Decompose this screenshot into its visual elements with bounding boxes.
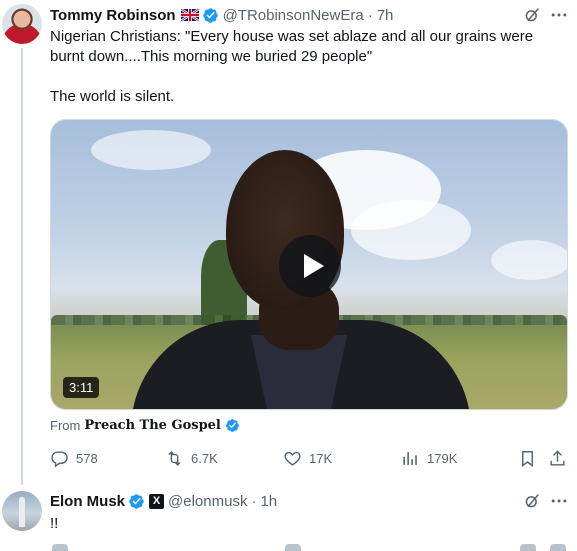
repost-count: 6.7K: [191, 450, 218, 466]
share-icon: [550, 449, 565, 466]
bookmark-icon: [522, 450, 533, 467]
video-duration: 3:11: [63, 377, 100, 398]
post2-actions-bar-partial: [50, 544, 570, 551]
verified-badge-icon: [202, 7, 218, 23]
post-text-secondary: The world is silent.: [50, 88, 175, 105]
author-name[interactable]: Tommy Robinson: [50, 7, 176, 24]
bookmark-button[interactable]: [518, 448, 537, 468]
avatar-tommy-robinson[interactable]: [2, 4, 42, 44]
reply-count: 578: [76, 450, 98, 466]
share-button[interactable]: [548, 448, 567, 468]
verified-badge-icon: [129, 493, 144, 509]
view-count: 179K: [427, 450, 458, 466]
post2-header: Elon Musk X @elonmusk · 1h: [50, 491, 277, 511]
bookmark-icon[interactable]: [520, 544, 536, 551]
from-label: From: [50, 418, 81, 433]
separator-dot: ·: [367, 6, 373, 24]
more-options-icon[interactable]: [549, 5, 569, 25]
thread-connector-line: [21, 48, 23, 485]
post-text: !!: [50, 515, 59, 532]
like-button[interactable]: 17K: [283, 448, 332, 468]
grok-icon[interactable]: [523, 492, 541, 510]
video-source-link[interactable]: Preach The Gospel: [84, 418, 221, 433]
video-player[interactable]: 3:11: [50, 119, 568, 410]
uk-flag-icon: [180, 9, 199, 21]
heart-icon[interactable]: [285, 544, 301, 551]
grok-icon[interactable]: [523, 6, 541, 24]
repost-icon: [168, 450, 181, 466]
video-source-attribution: From Preach The Gospel: [50, 418, 240, 433]
heart-icon: [284, 451, 301, 466]
post-actions-bar: 578 6.7K 17K 179K: [50, 448, 570, 470]
x-affiliation-badge-icon[interactable]: X: [149, 493, 165, 509]
post-text: Nigerian Christians: "Every house was se…: [50, 28, 534, 65]
share-icon[interactable]: [550, 544, 566, 551]
reply-button[interactable]: 578: [50, 448, 98, 468]
video-frame-detail: [351, 200, 471, 260]
repost-button[interactable]: 6.7K: [165, 448, 218, 468]
post-time[interactable]: 7h: [377, 7, 394, 24]
author-handle[interactable]: @TRobinsonNewEra: [223, 7, 364, 24]
play-button[interactable]: [279, 235, 341, 297]
avatar-elon-musk[interactable]: [2, 491, 42, 531]
video-frame-detail: [491, 240, 567, 280]
post-time[interactable]: 1h: [260, 493, 277, 510]
more-options-icon[interactable]: [549, 491, 569, 511]
author-name[interactable]: Elon Musk: [50, 493, 125, 510]
like-count: 17K: [309, 450, 333, 466]
verified-badge-icon: [225, 419, 239, 432]
post1-header: Tommy Robinson @TRobinsonNewEra · 7h: [50, 5, 393, 25]
views-chart-icon: [403, 451, 417, 465]
views-button[interactable]: 179K: [401, 448, 457, 468]
author-handle[interactable]: @elonmusk: [168, 493, 247, 510]
reply-icon[interactable]: [52, 544, 68, 551]
separator-dot: ·: [251, 492, 257, 510]
reply-icon: [51, 450, 68, 467]
video-frame-detail: [91, 130, 211, 170]
